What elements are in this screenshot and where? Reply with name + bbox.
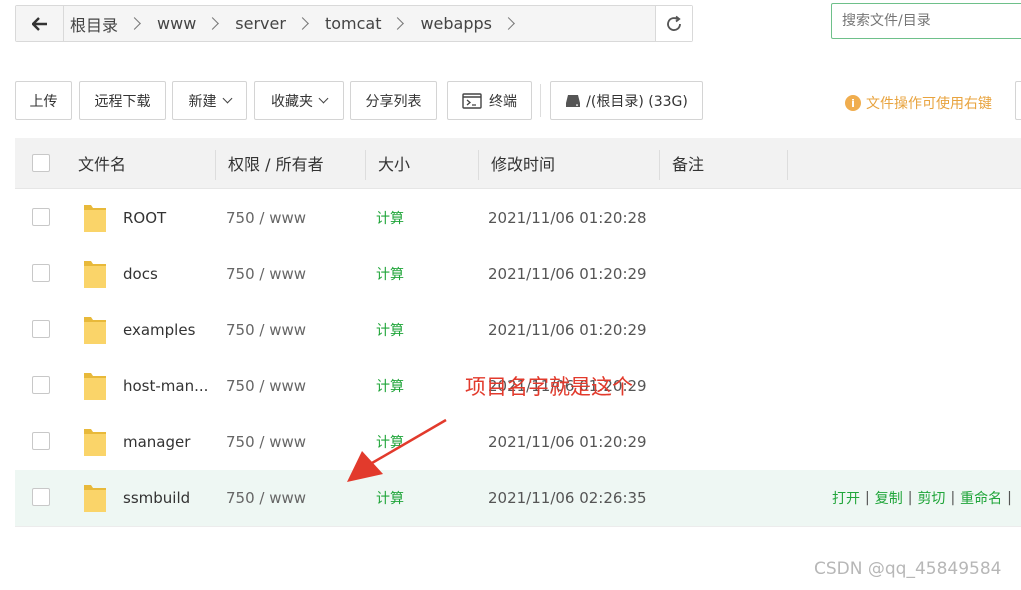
column-divider [787, 150, 788, 180]
column-header-note: 备注 [672, 155, 705, 174]
copy-link[interactable]: 复制 [875, 488, 903, 508]
row-checkbox[interactable] [32, 320, 50, 338]
file-permission[interactable]: 750 / www [226, 190, 306, 246]
file-name[interactable]: host-man... [123, 358, 208, 414]
action-separator: | [1007, 490, 1012, 506]
file-size-calc[interactable]: 计算 [376, 246, 404, 302]
toolbar-extra-button[interactable] [1015, 81, 1021, 120]
file-size-calc[interactable]: 计算 [376, 302, 404, 358]
new-button[interactable]: 新建 [172, 81, 247, 120]
file-permission[interactable]: 750 / www [226, 470, 306, 526]
file-mtime: 2021/11/06 01:20:29 [488, 265, 647, 283]
folder-icon [84, 373, 106, 400]
column-divider [659, 150, 660, 180]
arrow-left-icon [31, 16, 47, 31]
column-header-mtime[interactable]: 修改时间 [491, 138, 555, 188]
table-row-selected[interactable]: ssmbuild 750 / www 计算 2021/11/06 02:26:3… [15, 470, 1021, 527]
file-permission[interactable]: 750 / www [226, 358, 306, 414]
upload-button[interactable]: 上传 [15, 81, 72, 120]
chevron-right-icon [391, 17, 405, 30]
file-name[interactable]: manager [123, 414, 190, 470]
folder-icon [84, 429, 106, 456]
file-mtime: 2021/11/06 01:20:28 [488, 209, 647, 227]
file-permission[interactable]: 750 / www [226, 414, 306, 470]
search-input[interactable] [831, 3, 1021, 39]
rename-link[interactable]: 重命名 [960, 488, 1002, 508]
info-icon: i [845, 95, 861, 111]
disk-button[interactable]: /(根目录) (33G) [550, 81, 703, 120]
favorites-button[interactable]: 收藏夹 [254, 81, 344, 120]
refresh-button[interactable] [655, 6, 692, 41]
file-name[interactable]: ssmbuild [123, 470, 190, 526]
file-mtime: 2021/11/06 01:20:29 [488, 433, 647, 451]
terminal-button[interactable]: 终端 [447, 81, 532, 120]
folder-icon [84, 261, 106, 288]
file-size-calc[interactable]: 计算 [376, 414, 404, 470]
column-header-perm[interactable]: 权限 / 所有者 [228, 138, 324, 188]
watermark: CSDN @qq_45849584 [814, 559, 1002, 579]
column-header-size[interactable]: 大小 [378, 138, 410, 188]
cut-link[interactable]: 剪切 [917, 488, 945, 508]
chevron-down-icon [318, 93, 329, 104]
column-divider [365, 150, 366, 180]
remote-download-button[interactable]: 远程下载 [79, 81, 166, 120]
row-checkbox[interactable] [32, 376, 50, 394]
breadcrumb-item[interactable]: www [157, 14, 235, 33]
breadcrumb-item[interactable]: tomcat [325, 14, 421, 33]
folder-icon [84, 205, 106, 232]
breadcrumb-item[interactable]: 根目录 [70, 12, 157, 36]
chevron-right-icon [128, 17, 141, 30]
file-mtime: 2021/11/06 01:20:29 [488, 321, 647, 339]
row-checkbox[interactable] [32, 208, 50, 226]
chevron-right-icon [296, 17, 309, 30]
file-table-header: 文件名 权限 / 所有者 大小 修改时间 备注 [15, 138, 1021, 189]
disk-icon [566, 94, 581, 107]
row-checkbox[interactable] [32, 432, 50, 450]
row-actions: 打开 | 复制 | 剪切 | 重命名 | [832, 470, 1017, 526]
folder-icon [84, 485, 106, 512]
column-header-name[interactable]: 文件名 [78, 138, 126, 188]
table-row[interactable]: docs 750 / www 计算 2021/11/06 01:20:29 [15, 246, 1021, 303]
file-mtime: 2021/11/06 02:26:35 [488, 489, 647, 507]
share-list-button[interactable]: 分享列表 [350, 81, 437, 120]
chevron-right-icon [206, 17, 220, 30]
terminal-icon [462, 92, 482, 109]
action-separator: | [865, 490, 870, 506]
row-checkbox[interactable] [32, 264, 50, 282]
column-divider [478, 150, 479, 180]
table-row[interactable]: ROOT 750 / www 计算 2021/11/06 01:20:28 [15, 190, 1021, 247]
breadcrumb: 根目录 www server tomcat webapps [64, 6, 655, 41]
select-all-checkbox[interactable] [32, 154, 50, 172]
open-link[interactable]: 打开 [832, 488, 860, 508]
back-button[interactable] [16, 6, 64, 41]
table-row[interactable]: examples 750 / www 计算 2021/11/06 01:20:2… [15, 302, 1021, 359]
chevron-down-icon [222, 93, 232, 104]
context-menu-hint: i 文件操作可使用右键 [845, 93, 992, 113]
annotation-text: 项目名字就是这个 [465, 375, 633, 399]
path-bar: 根目录 www server tomcat webapps [15, 5, 693, 42]
breadcrumb-item[interactable]: server [235, 14, 325, 33]
file-size-calc[interactable]: 计算 [376, 190, 404, 246]
column-divider [215, 150, 216, 180]
file-name[interactable]: docs [123, 246, 158, 302]
file-size-calc[interactable]: 计算 [376, 358, 404, 414]
action-separator: | [950, 490, 956, 506]
file-permission[interactable]: 750 / www [226, 302, 306, 358]
folder-icon [84, 317, 106, 344]
table-row[interactable]: manager 750 / www 计算 2021/11/06 01:20:29 [15, 414, 1021, 471]
file-permission[interactable]: 750 / www [226, 246, 306, 302]
toolbar-divider [540, 84, 541, 117]
file-name[interactable]: ROOT [123, 190, 166, 246]
row-checkbox[interactable] [32, 488, 50, 506]
refresh-icon [667, 15, 681, 31]
chevron-right-icon [502, 17, 515, 30]
file-name[interactable]: examples [123, 302, 195, 358]
action-separator: | [907, 490, 913, 506]
file-size-calc[interactable]: 计算 [376, 470, 404, 526]
breadcrumb-item[interactable]: webapps [420, 14, 531, 33]
